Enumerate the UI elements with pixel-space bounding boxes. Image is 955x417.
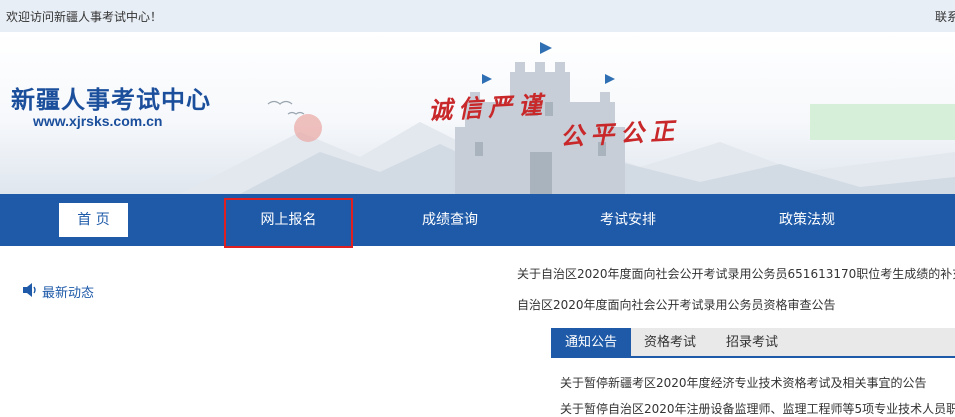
speaker-icon	[23, 283, 36, 297]
contact-link[interactable]: 联系	[935, 8, 955, 25]
nav-item-policies[interactable]: 政策法规	[762, 194, 852, 246]
nav-item-exam-schedule[interactable]: 考试安排	[583, 194, 673, 246]
tab-notices[interactable]: 通知公告	[551, 328, 631, 356]
welcome-text: 欢迎访问新疆人事考试中心！	[6, 10, 163, 24]
highlight-box	[224, 198, 353, 248]
header-banner: 新疆人事考试中心 www.xjrsks.com.cn 诚信严谨 公平公正	[0, 32, 955, 194]
site-name: 新疆人事考试中心	[11, 86, 211, 114]
nav-item-score-query[interactable]: 成绩查询	[405, 194, 495, 246]
latest-news-heading: 最新动态	[42, 286, 95, 301]
notice-tabs: 通知公告 资格考试 招录考试	[551, 328, 955, 358]
site-url: www.xjrsks.com.cn	[33, 113, 163, 129]
tab-recruitment-exams[interactable]: 招录考试	[717, 328, 787, 356]
notice-item[interactable]: 关于暂停自治区2020年注册设备监理师、监理工程师等5项专业技术人员职	[560, 400, 955, 417]
main-nav: 首 页 网上报名 成绩查询 考试安排 政策法规	[0, 194, 955, 246]
banner-side-panel	[810, 104, 955, 140]
notice-item[interactable]: 关于暂停新疆考区2020年度经济专业技术资格考试及相关事宜的公告	[560, 374, 927, 391]
news-item[interactable]: 关于自治区2020年度面向社会公开考试录用公务员651613170职位考生成绩的…	[517, 265, 955, 282]
top-bar: 欢迎访问新疆人事考试中心！ 联系	[0, 0, 955, 32]
slogan-fairness: 公平公正	[559, 115, 681, 152]
slogan-integrity: 诚信严谨	[427, 89, 549, 126]
tab-qualification-exams[interactable]: 资格考试	[635, 328, 705, 356]
nav-item-home[interactable]: 首 页	[59, 203, 128, 237]
news-item[interactable]: 自治区2020年度面向社会公开考试录用公务员资格审查公告	[517, 296, 836, 313]
